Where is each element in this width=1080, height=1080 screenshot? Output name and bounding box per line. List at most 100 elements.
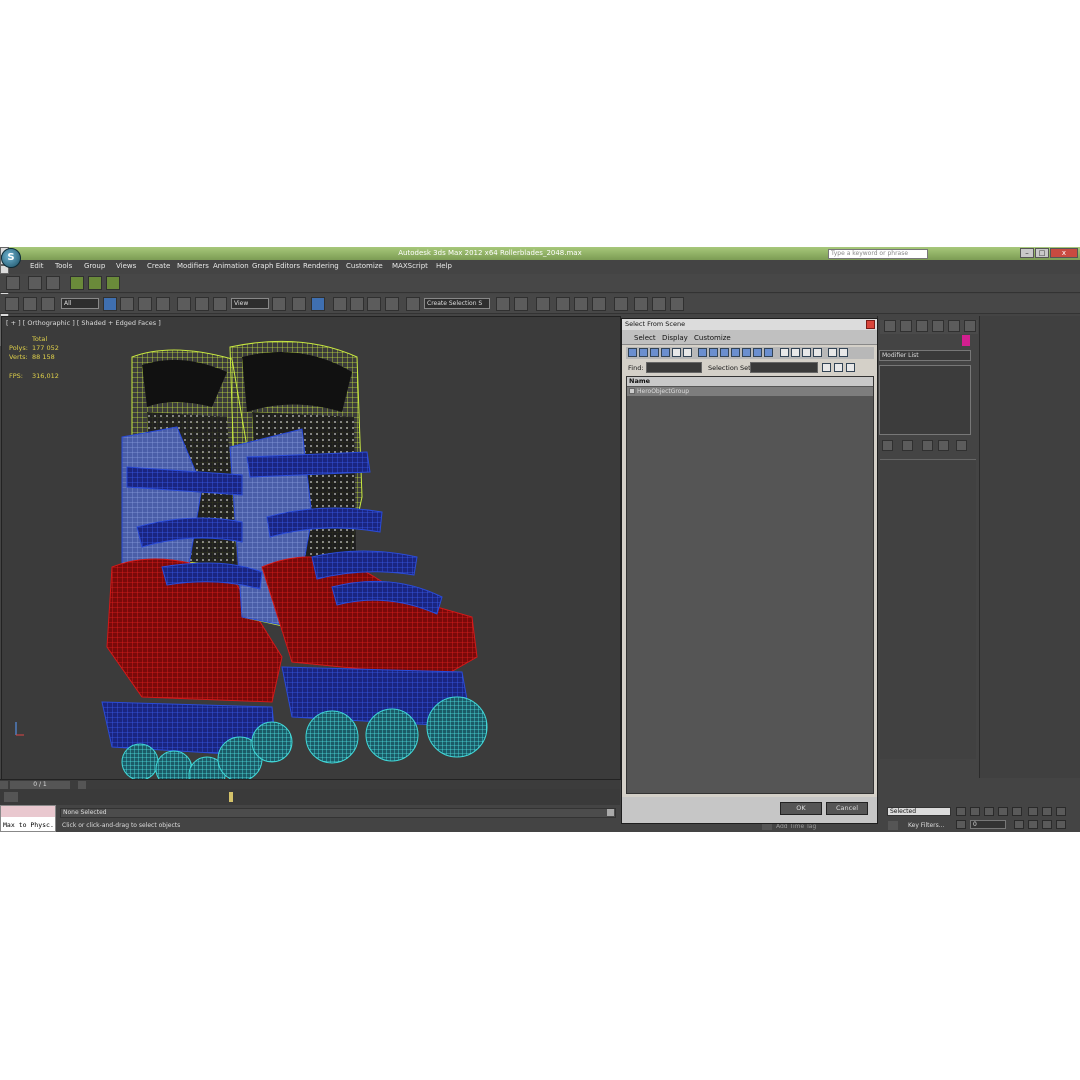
dialog-close-icon[interactable] (866, 320, 875, 329)
angle-snap-icon[interactable] (350, 297, 364, 311)
minimize-button[interactable]: – (1020, 248, 1034, 258)
edit-named-selection-icon[interactable] (406, 297, 420, 311)
menu-graph-editors[interactable]: Graph Editors (252, 262, 300, 270)
select-object-icon[interactable] (103, 297, 117, 311)
link-icon[interactable] (5, 297, 19, 311)
maxscript-listener[interactable]: Max to Physc. (0, 805, 56, 832)
hierarchy-view-icon[interactable] (813, 348, 822, 357)
scale-icon[interactable] (213, 297, 227, 311)
snaps-toggle-icon[interactable] (333, 297, 347, 311)
next-frame-icon[interactable] (78, 781, 86, 789)
display-containers-icon[interactable] (731, 348, 740, 357)
pivot-center-icon[interactable] (272, 297, 286, 311)
selection-set-dropdown[interactable] (750, 362, 818, 373)
display-geometry-icon[interactable] (628, 348, 637, 357)
display-lights-icon[interactable] (650, 348, 659, 357)
find-input[interactable] (646, 362, 702, 373)
select-by-name-icon[interactable] (120, 297, 134, 311)
pin-stack-icon[interactable] (882, 440, 893, 451)
time-slider-frame[interactable]: 0 / 1 (10, 781, 70, 789)
menu-create[interactable]: Create (147, 262, 170, 270)
display-cameras-icon[interactable] (661, 348, 670, 357)
reference-coordinate-dropdown[interactable]: View (231, 298, 269, 309)
set-key-icon[interactable] (888, 821, 898, 830)
add-time-tag[interactable]: Add Time Tag (776, 823, 816, 830)
menu-maxscript[interactable]: MAXScript (392, 262, 428, 270)
display-shapes-icon[interactable] (639, 348, 648, 357)
zoom-all-icon[interactable] (1042, 807, 1052, 816)
keyframe-marker[interactable] (229, 792, 233, 802)
rotate-icon[interactable] (195, 297, 209, 311)
command-panel-tabs[interactable] (880, 320, 978, 334)
time-config-icon[interactable] (1014, 820, 1024, 829)
percent-snap-icon[interactable] (367, 297, 381, 311)
select-all-icon[interactable] (822, 363, 831, 372)
modifier-list-dropdown[interactable]: Modifier List (879, 350, 971, 361)
lock-icon[interactable] (607, 809, 614, 816)
xref-icon[interactable] (106, 276, 120, 290)
select-invert-icon[interactable] (846, 363, 855, 372)
graphite-tools-icon[interactable] (556, 297, 570, 311)
render-setup-icon[interactable] (634, 297, 648, 311)
close-button[interactable]: x (1050, 248, 1078, 258)
go-to-end-icon[interactable] (1012, 807, 1022, 816)
configure-modifier-sets-icon[interactable] (956, 440, 967, 451)
previous-frame-icon[interactable] (970, 807, 980, 816)
viewport-orthographic[interactable]: [ + ] [ Orthographic ] [ Shaded + Edged … (1, 316, 621, 780)
display-groups-icon[interactable] (698, 348, 707, 357)
menu-help[interactable]: Help (436, 262, 452, 270)
menu-tools[interactable]: Tools (55, 262, 72, 270)
display-tab-icon[interactable] (948, 320, 960, 332)
zoom-extents-icon[interactable] (1056, 807, 1066, 816)
move-icon[interactable] (177, 297, 191, 311)
maximize-button[interactable]: □ (1035, 248, 1049, 258)
name-column-header[interactable]: Name (627, 377, 873, 386)
curve-editor-icon[interactable] (574, 297, 588, 311)
key-selection-dropdown[interactable]: Selected (887, 807, 951, 816)
app-logo-icon[interactable]: S (1, 248, 21, 268)
play-icon[interactable] (984, 807, 994, 816)
next-key-icon[interactable] (998, 807, 1008, 816)
utilities-tab-icon[interactable] (964, 320, 976, 332)
menu-group[interactable]: Group (84, 262, 105, 270)
display-hidden-icon[interactable] (753, 348, 762, 357)
ok-button[interactable]: OK (780, 802, 822, 815)
create-tab-icon[interactable] (884, 320, 896, 332)
menu-animation[interactable]: Animation (213, 262, 249, 270)
modify-tab-icon[interactable] (900, 320, 912, 332)
layer-add-icon[interactable] (46, 276, 60, 290)
mirror-icon[interactable] (496, 297, 510, 311)
select-none-icon[interactable] (834, 363, 843, 372)
track-bar[interactable] (0, 789, 620, 805)
motion-tab-icon[interactable] (932, 320, 944, 332)
window-crossing-icon[interactable] (156, 297, 170, 311)
dialog-menu-select[interactable]: Select (634, 334, 656, 342)
unlink-icon[interactable] (23, 297, 37, 311)
display-none-icon[interactable] (780, 348, 789, 357)
pan-icon[interactable] (1042, 820, 1052, 829)
show-end-result-icon[interactable] (902, 440, 913, 451)
named-selection-dropdown[interactable]: Create Selection S (424, 298, 490, 309)
dialog-menu-display[interactable]: Display (662, 334, 688, 342)
dialog-menu-customize[interactable]: Customize (694, 334, 731, 342)
keyboard-shortcut-override-icon[interactable] (311, 297, 325, 311)
spinner-snap-icon[interactable] (385, 297, 399, 311)
menu-edit[interactable]: Edit (30, 262, 44, 270)
field-of-view-icon[interactable] (1028, 820, 1038, 829)
rect-select-region-icon[interactable] (138, 297, 152, 311)
invert-display-icon[interactable] (791, 348, 800, 357)
object-color-swatch[interactable] (962, 335, 970, 346)
display-bones-icon[interactable] (720, 348, 729, 357)
rendered-frame-window-icon[interactable] (652, 297, 666, 311)
orbit-icon[interactable] (1056, 820, 1066, 829)
list-item[interactable]: HeroObjectGroup (627, 387, 873, 396)
menu-rendering[interactable]: Rendering (303, 262, 339, 270)
select-manipulate-icon[interactable] (292, 297, 306, 311)
layer-icon[interactable] (28, 276, 42, 290)
zoom-icon[interactable] (1028, 807, 1038, 816)
display-spacewarps-icon[interactable] (683, 348, 692, 357)
sync-selection-icon[interactable] (802, 348, 811, 357)
current-frame-field[interactable]: 0 (970, 820, 1006, 829)
go-to-start-icon[interactable] (956, 807, 966, 816)
remove-modifier-icon[interactable] (938, 440, 949, 451)
